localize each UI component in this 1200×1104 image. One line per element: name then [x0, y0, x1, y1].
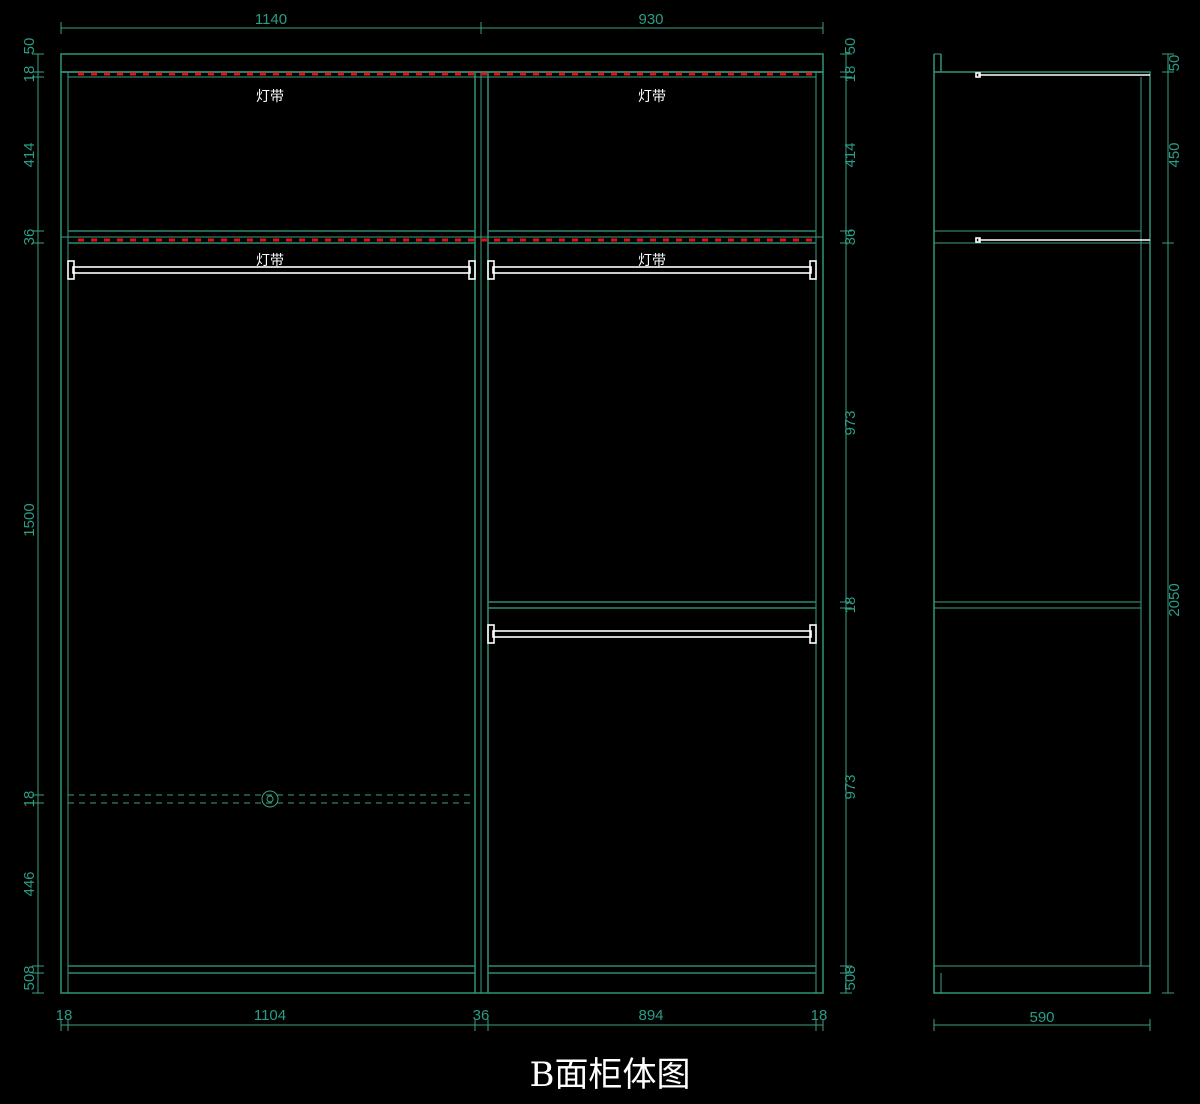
bottom-dimension-line: 18 1104 36 894 18	[56, 1007, 828, 1031]
dim-side-2050: 2050	[1166, 583, 1183, 616]
drawing-title: B面柜体图	[530, 1055, 691, 1095]
light-strip-label-top-left: 灯带	[256, 89, 284, 105]
left-dimension-line: 50 18 414 36 1500 18 446 508	[21, 38, 44, 994]
shelf-support-pin-inner	[266, 795, 274, 803]
light-strip-label-mid-right: 灯带	[638, 253, 666, 269]
dim-left-508: 508	[21, 965, 38, 990]
dim-right-50: 50	[842, 38, 859, 55]
top-dimension-line: 1140 930	[60, 11, 824, 34]
dim-side-50: 50	[1166, 55, 1183, 72]
outer-frame	[60, 71, 824, 994]
dim-side-depth: 590	[1029, 1009, 1054, 1026]
side-view-outline	[933, 71, 1151, 994]
dim-side-450: 450	[1166, 142, 1183, 167]
dim-right-18a: 18	[842, 66, 859, 83]
dim-right-973b: 973	[842, 774, 859, 799]
shelf-support-pin	[261, 790, 279, 808]
dim-top-right: 930	[638, 11, 663, 28]
dim-right-36: 36	[842, 229, 859, 246]
dim-top-left: 1140	[255, 11, 287, 28]
dim-left-414: 414	[21, 142, 38, 167]
dim-left-50: 50	[21, 38, 38, 55]
dim-left-446: 446	[21, 871, 38, 896]
dim-right-414: 414	[842, 142, 859, 167]
dim-bottom-e: 18	[811, 1007, 828, 1024]
dim-right-18b: 18	[842, 597, 859, 614]
side-view: 50 450 2050 590	[933, 53, 1183, 1031]
right-dimension-line: 50 18 414 36 973 18 973 508	[840, 38, 859, 994]
cabinet-drawing: 灯带 灯带 灯带 灯带 1140 930 18 1104 36 894 18 5…	[21, 11, 1183, 1095]
dim-left-36: 36	[21, 229, 38, 246]
front-elevation: 灯带 灯带 灯带 灯带	[60, 53, 824, 994]
dim-right-973a: 973	[842, 410, 859, 435]
top-cap-board	[60, 53, 824, 73]
dim-left-18b: 18	[21, 791, 38, 808]
dim-right-508: 508	[842, 965, 859, 990]
dim-bottom-c: 36	[473, 1007, 490, 1024]
dim-bottom-a: 18	[56, 1007, 73, 1024]
light-strip-label-top-right: 灯带	[638, 89, 666, 105]
dim-left-1500: 1500	[21, 503, 38, 536]
dim-bottom-d: 894	[638, 1007, 663, 1024]
light-strip-label-mid-left: 灯带	[256, 253, 284, 269]
dim-bottom-b: 1104	[254, 1007, 286, 1024]
hanging-rod-right-lower	[487, 624, 817, 644]
dim-left-18a: 18	[21, 66, 38, 83]
